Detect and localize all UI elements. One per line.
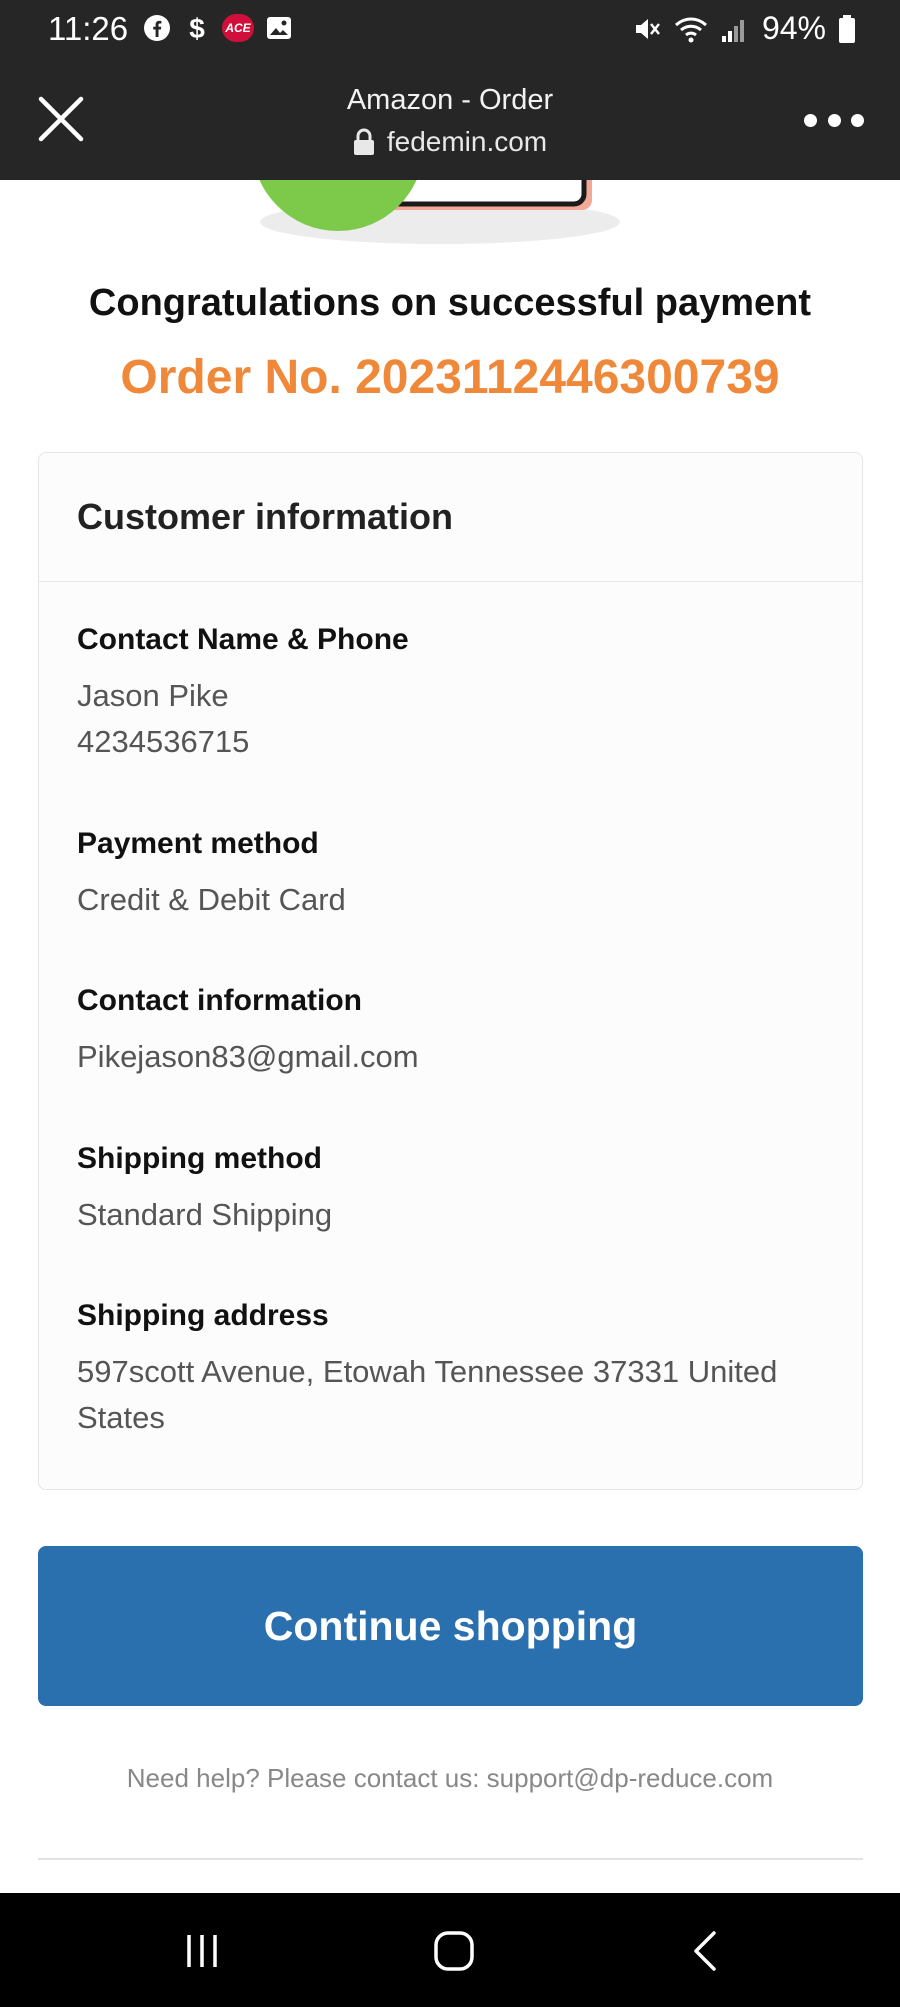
home-button[interactable] — [424, 1921, 484, 1981]
recent-apps-icon — [187, 1935, 217, 1967]
more-dot-icon — [851, 113, 864, 127]
more-dot-icon — [804, 113, 817, 127]
gallery-icon — [264, 13, 294, 43]
field-value: Jason Pike 4234536715 — [77, 673, 837, 765]
status-bar: 11:26 $ ACE 94% — [0, 0, 900, 60]
page-title: Amazon - Order — [346, 84, 554, 116]
field-label: Shipping address — [77, 1299, 329, 1332]
more-dot-icon — [827, 113, 841, 127]
payment-success-illustration — [259, 180, 620, 244]
url-text: fedemin.com — [386, 126, 548, 157]
payment-method-value: Credit & Debit Card — [77, 882, 346, 917]
status-right-icons: 94% — [632, 10, 856, 47]
lock-icon — [353, 128, 374, 155]
shipping-address-value: 597scott Avenue, Etowah Tennessee 37331 … — [77, 1354, 778, 1435]
back-icon — [694, 1931, 716, 1971]
shipping-method-value: Standard Shipping — [77, 1197, 333, 1232]
field-label: Shipping method — [77, 1142, 322, 1175]
shipping-method-section: Shipping method Standard Shipping — [77, 1142, 837, 1238]
order-number: Order No. 2023112446300739 — [120, 351, 780, 404]
url-display[interactable]: fedemin.com — [0, 126, 900, 158]
field-label: Contact information — [77, 984, 362, 1017]
battery-icon — [839, 14, 855, 43]
page-content: Congratulations on successful payment Or… — [0, 180, 900, 1893]
footer-divider — [38, 1858, 863, 1860]
payment-method-section: Payment method Credit & Debit Card — [77, 827, 837, 923]
card-title: Customer information — [39, 453, 862, 582]
facebook-icon — [142, 13, 172, 43]
dollar-icon: $ — [182, 13, 212, 43]
ace-app-icon: ACE — [222, 14, 254, 42]
home-icon — [434, 1931, 474, 1971]
customer-info-card: Customer information Contact Name & Phon… — [38, 452, 863, 1490]
field-label: Payment method — [77, 827, 319, 860]
system-navigation-bar — [0, 1893, 900, 2007]
contact-name-phone-section: Contact Name & Phone Jason Pike 42345367… — [77, 623, 837, 765]
continue-shopping-button[interactable]: Continue shopping — [38, 1546, 863, 1706]
success-heading: Congratulations on successful payment — [88, 282, 812, 324]
status-left-icons: $ ACE — [142, 13, 294, 43]
status-time: 11:26 — [48, 10, 129, 47]
shipping-address-section: Shipping address 597scott Avenue, Etowah… — [77, 1299, 837, 1441]
more-options-button[interactable] — [804, 110, 864, 130]
contact-phone: 4234536715 — [77, 724, 250, 759]
battery-percent: 94% — [761, 10, 826, 46]
help-contact-text: Need help? Please contact us: support@dp… — [126, 1763, 774, 1793]
contact-name: Jason Pike — [77, 678, 229, 713]
field-label: Contact Name & Phone — [77, 623, 409, 656]
contact-email-value: Pikejason83@gmail.com — [77, 1039, 419, 1074]
recent-apps-button[interactable] — [172, 1921, 232, 1981]
custom-tab-toolbar: Amazon - Order fedemin.com — [0, 60, 900, 180]
wifi-icon — [674, 17, 707, 42]
svg-text:$: $ — [189, 13, 205, 43]
mute-icon — [635, 18, 660, 39]
signal-icon — [721, 19, 744, 42]
contact-information-section: Contact information Pikejason83@gmail.co… — [77, 984, 837, 1080]
back-button[interactable] — [676, 1921, 736, 1981]
